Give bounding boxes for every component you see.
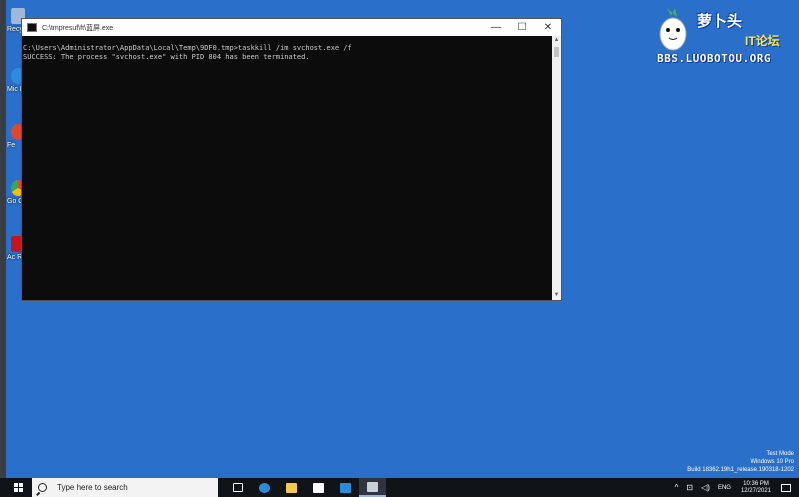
taskbar-search-box[interactable]: Type here to search xyxy=(32,478,218,497)
clock[interactable]: 10:36 PM 12/27/2021 xyxy=(741,481,771,495)
left-edge-strip xyxy=(0,0,6,478)
taskbar-cmd-button[interactable] xyxy=(359,478,386,497)
forum-logo: 萝卜头 IT论坛 BBS.LUOBOTOU.ORG xyxy=(653,4,793,70)
logo-it-text: IT论坛 xyxy=(745,34,780,48)
clock-time: 10:36 PM xyxy=(743,480,769,487)
volume-icon[interactable]: ◁) xyxy=(701,483,710,492)
search-placeholder: Type here to search xyxy=(57,483,128,492)
windows-logo-icon xyxy=(13,483,23,492)
close-button[interactable]: ✕ xyxy=(535,19,561,36)
watermark-line: Test Mode xyxy=(766,451,794,457)
logo-url-text: BBS.LUOBOTOU.ORG xyxy=(657,52,771,65)
console-output[interactable]: C:\Users\Administrator\AppData\Local\Tem… xyxy=(22,36,552,300)
search-icon xyxy=(38,483,47,492)
mail-icon xyxy=(340,482,351,493)
taskbar: Type here to search ^ ⊡ ◁) ENG 10:36 PM … xyxy=(0,478,799,497)
start-button[interactable] xyxy=(6,478,30,497)
scroll-up-arrow-icon[interactable]: ▲ xyxy=(552,36,561,45)
edge-icon xyxy=(259,482,270,493)
language-indicator[interactable]: ENG xyxy=(718,485,731,491)
cmd-titlebar[interactable]: C:\tmpresuf\ft\蓝屏.exe — ☐ ✕ xyxy=(22,19,561,36)
store-bag-icon xyxy=(313,482,324,493)
window-title: C:\tmpresuf\ft\蓝屏.exe xyxy=(42,24,114,32)
show-hidden-icons-chevron-icon[interactable]: ^ xyxy=(675,483,679,492)
folder-icon xyxy=(286,482,297,493)
task-view-button[interactable] xyxy=(224,478,251,497)
clock-date: 12/27/2021 xyxy=(740,487,771,494)
console-app-icon xyxy=(27,23,37,32)
vertical-scrollbar[interactable]: ▲ ▼ xyxy=(552,36,561,300)
console-icon xyxy=(367,481,378,492)
console-line: C:\Users\Administrator\AppData\Local\Tem… xyxy=(23,44,352,52)
scroll-down-arrow-icon[interactable]: ▼ xyxy=(552,291,561,300)
task-view-icon xyxy=(232,483,243,492)
taskbar-store-button[interactable] xyxy=(305,478,332,497)
test-mode-watermark: Test Mode Windows 10 Pro Build 18362.19h… xyxy=(687,450,794,474)
minimize-button[interactable]: — xyxy=(483,19,509,36)
system-tray: ^ ⊡ ◁) ENG 10:36 PM 12/27/2021 xyxy=(671,478,799,497)
network-icon[interactable]: ⊡ xyxy=(686,483,693,492)
taskbar-mail-button[interactable] xyxy=(332,478,359,497)
taskbar-file-explorer-button[interactable] xyxy=(278,478,305,497)
console-line: SUCCESS: The process "svchost.exe" with … xyxy=(23,53,310,61)
radish-mascot-icon xyxy=(659,8,687,51)
scrollbar-thumb[interactable] xyxy=(554,47,559,57)
action-center-notification-icon[interactable] xyxy=(781,483,791,492)
desktop: Recy Mic E Fe Go Chr Ac Read 萝卜头 IT论坛 BB… xyxy=(0,0,799,478)
cmd-window[interactable]: C:\tmpresuf\ft\蓝屏.exe — ☐ ✕ C:\Users\Adm… xyxy=(22,19,561,300)
watermark-line: Build 18362.19h1_release.190318-1202 xyxy=(687,467,794,473)
watermark-line: Windows 10 Pro xyxy=(750,459,794,465)
maximize-button[interactable]: ☐ xyxy=(509,19,535,36)
taskbar-edge-button[interactable] xyxy=(251,478,278,497)
logo-chinese-text: 萝卜头 xyxy=(697,12,743,30)
